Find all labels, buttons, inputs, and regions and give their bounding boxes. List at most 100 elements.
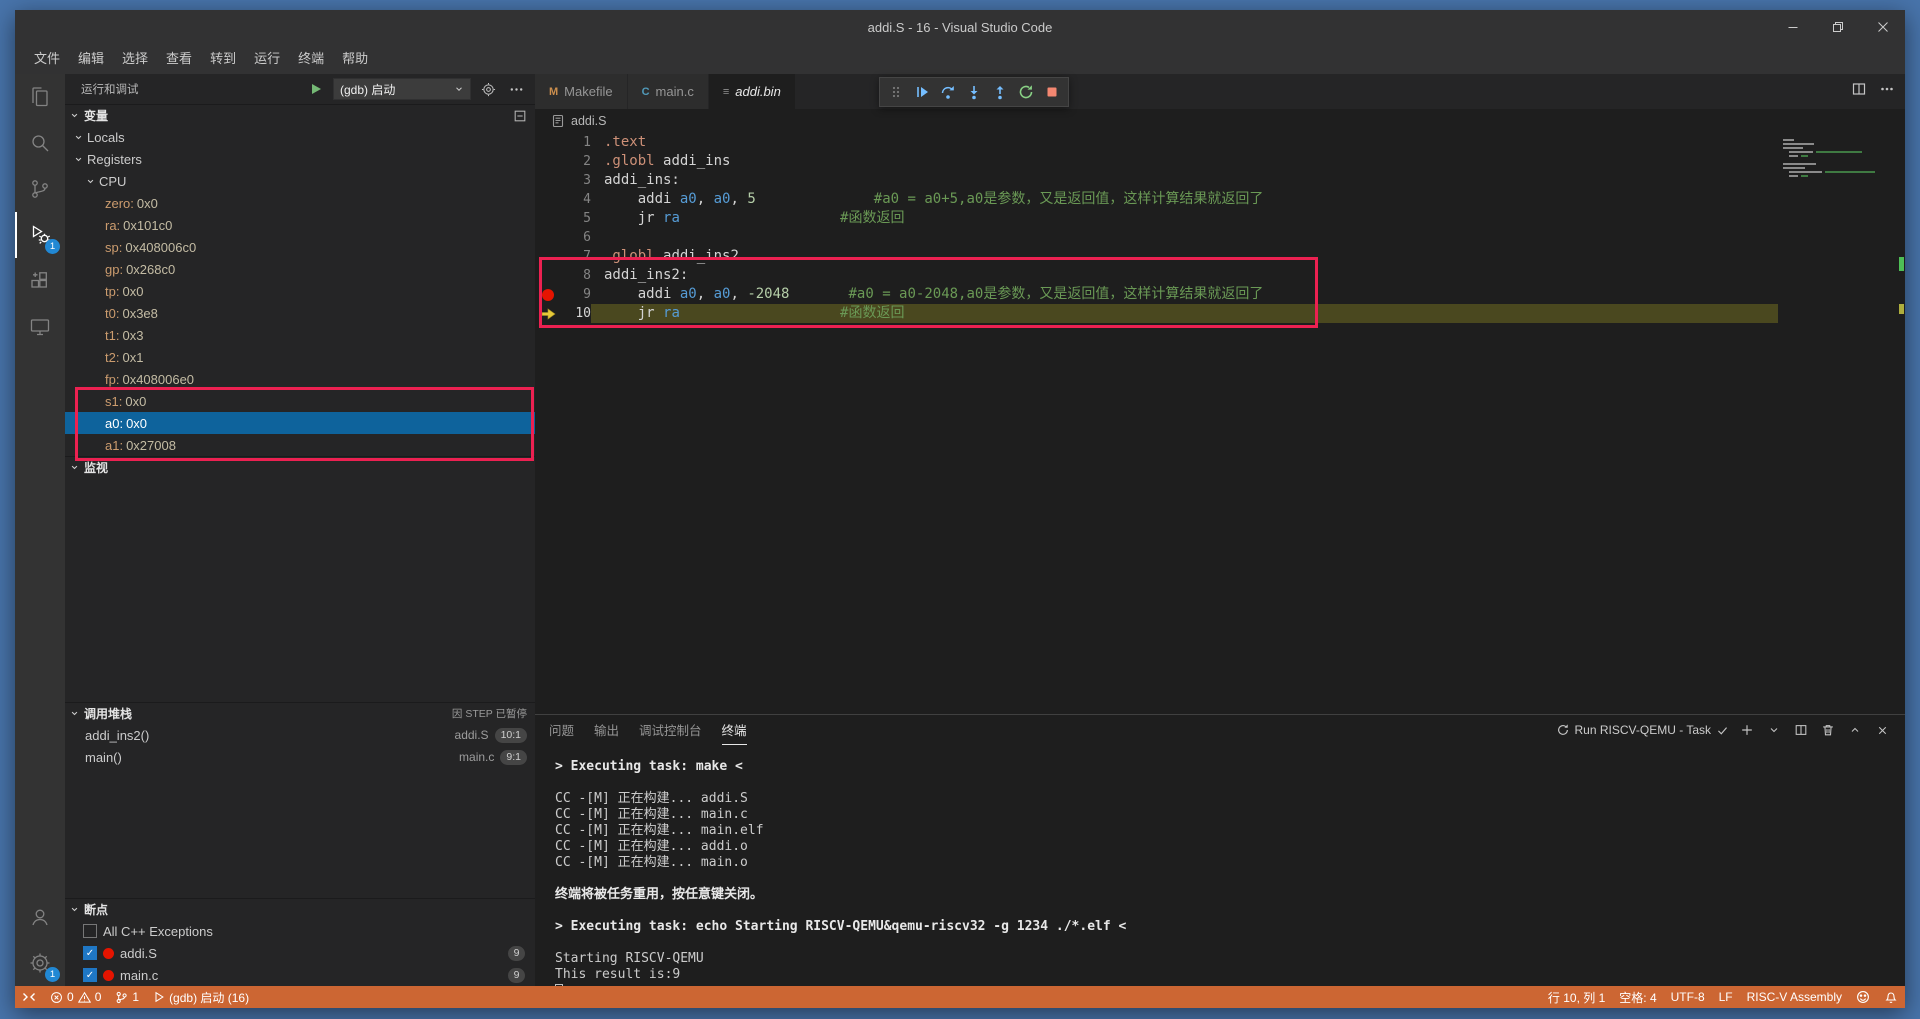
menu-item-4[interactable]: 转到 [201, 48, 245, 70]
menu-item-3[interactable]: 查看 [157, 48, 201, 70]
terminal-output[interactable]: > Executing task: make < CC -[M] 正在构建... … [535, 745, 1905, 986]
restore-button[interactable] [1815, 10, 1860, 44]
tab-addi.bin[interactable]: ≡ addi.bin [708, 74, 796, 109]
menu-item-2[interactable]: 选择 [113, 48, 157, 70]
panel-tab-输出[interactable]: 输出 [594, 715, 619, 745]
sidebar-item-explorer[interactable] [15, 74, 65, 120]
code-line-2[interactable]: 2 .globl addi_ins [535, 152, 1905, 171]
code-editor[interactable]: 1 .text 2 .globl addi_ins 3 addi_ins: 4 addi a… [535, 133, 1905, 714]
panel-tab-终端[interactable]: 终端 [721, 715, 747, 745]
step-into-button[interactable] [962, 80, 986, 104]
sidebar-item-run-debug[interactable]: 1 [15, 212, 65, 258]
menu-item-6[interactable]: 终端 [289, 48, 333, 70]
callstack-frame[interactable]: addi_ins2() addi.S 10:1 [65, 724, 535, 746]
breakpoint-row[interactable]: ✓ addi.S 9 [65, 942, 535, 964]
collapse-all-icon[interactable] [513, 109, 527, 123]
split-editor-button[interactable] [1851, 81, 1867, 102]
stop-button[interactable] [1040, 80, 1064, 104]
close-panel-button[interactable] [1873, 721, 1891, 739]
language-mode[interactable]: RISC-V Assembly [1740, 986, 1849, 1008]
register-row-fp[interactable]: fp: 0x408006e0 [65, 368, 535, 390]
debug-config-dropdown[interactable]: (gdb) 启动 [333, 78, 471, 100]
tab-Makefile[interactable]: M Makefile [535, 74, 628, 109]
variables-section-header[interactable]: 变量 [65, 104, 535, 126]
register-row-t2[interactable]: t2: 0x1 [65, 346, 535, 368]
source-control-status[interactable]: 1 [108, 986, 146, 1008]
register-row-a1[interactable]: a1: 0x27008 [65, 434, 535, 456]
continue-button[interactable] [910, 80, 934, 104]
encoding-status[interactable]: UTF-8 [1664, 986, 1712, 1008]
variables-group-locals[interactable]: Locals [65, 126, 535, 148]
menu-item-1[interactable]: 编辑 [69, 48, 113, 70]
maximize-panel-button[interactable] [1846, 721, 1864, 739]
register-row-s1[interactable]: s1: 0x0 [65, 390, 535, 412]
kill-terminal-button[interactable] [1819, 721, 1837, 739]
split-terminal-button[interactable] [1792, 721, 1810, 739]
tab-main.c[interactable]: Cmain.c [627, 74, 709, 109]
code-line-9[interactable]: 9 addi a0, a0, -2048 #a0 = a0-2048,a0是参数… [535, 285, 1905, 304]
restart-button[interactable] [1014, 80, 1038, 104]
current-line-arrow-icon[interactable] [535, 304, 561, 323]
sidebar-item-source-control[interactable] [15, 166, 65, 212]
editor-more-actions-button[interactable] [1879, 81, 1895, 102]
code-line-3[interactable]: 3 addi_ins: [535, 171, 1905, 190]
register-row-ra[interactable]: ra: 0x101c0 [65, 214, 535, 236]
code-line-7[interactable]: 7 .globl addi_ins2 [535, 247, 1905, 266]
menu-item-0[interactable]: 文件 [25, 48, 69, 70]
register-row-t1[interactable]: t1: 0x3 [65, 324, 535, 346]
register-row-t0[interactable]: t0: 0x3e8 [65, 302, 535, 324]
register-row-zero[interactable]: zero: 0x0 [65, 192, 535, 214]
watch-section-header[interactable]: 监视 [65, 456, 535, 478]
debug-settings-gear-icon[interactable] [477, 78, 499, 100]
more-actions-icon[interactable] [505, 78, 527, 100]
sidebar-item-search[interactable] [15, 120, 65, 166]
accounts-button[interactable] [15, 894, 65, 940]
code-line-4[interactable]: 4 addi a0, a0, 5 #a0 = a0+5,a0是参数，又是返回值，… [535, 190, 1905, 209]
cursor-position[interactable]: 行 10, 列 1 [1541, 986, 1612, 1008]
variables-group-registers[interactable]: Registers [65, 148, 535, 170]
code-line-10[interactable]: 10 jr ra #函数返回 [535, 304, 1905, 323]
sidebar-item-extensions[interactable] [15, 258, 65, 304]
register-row-a0[interactable]: a0: 0x0 [65, 412, 535, 434]
eol-status[interactable]: LF [1712, 986, 1740, 1008]
notifications-button[interactable] [1877, 986, 1905, 1008]
callstack-frame[interactable]: main() main.c 9:1 [65, 746, 535, 768]
problems-status[interactable]: 0 0 [43, 986, 108, 1008]
breakpoint-checkbox[interactable]: ✓ [83, 946, 97, 960]
register-row-sp[interactable]: sp: 0x408006c0 [65, 236, 535, 258]
close-button[interactable] [1860, 10, 1905, 44]
terminal-task-selector[interactable]: Run RISCV-QEMU - Task [1556, 723, 1729, 737]
breakpoint-checkbox[interactable]: ✓ [83, 968, 97, 982]
indentation-status[interactable]: 空格: 4 [1612, 986, 1663, 1008]
sidebar-item-remote-explorer[interactable] [15, 304, 65, 350]
minimap[interactable] [1783, 139, 1891, 179]
menu-item-5[interactable]: 运行 [245, 48, 289, 70]
register-row-gp[interactable]: gp: 0x268c0 [65, 258, 535, 280]
code-line-5[interactable]: 5 jr ra #函数返回 [535, 209, 1905, 228]
panel-tab-问题[interactable]: 问题 [549, 715, 574, 745]
variables-group-cpu[interactable]: CPU [65, 170, 535, 192]
step-over-button[interactable] [936, 80, 960, 104]
panel-tab-调试控制台[interactable]: 调试控制台 [639, 715, 702, 745]
minimize-button[interactable] [1770, 10, 1815, 44]
breakpoint-checkbox[interactable] [83, 924, 97, 938]
breadcrumb[interactable]: addi.S [535, 109, 1905, 133]
breakpoint-row[interactable]: ✓ main.c 9 [65, 964, 535, 986]
toolbar-drag-handle[interactable] [884, 80, 908, 104]
breakpoint-glyph[interactable] [535, 285, 561, 304]
start-debugging-button[interactable] [305, 78, 327, 100]
register-row-tp[interactable]: tp: 0x0 [65, 280, 535, 302]
step-out-button[interactable] [988, 80, 1012, 104]
code-line-6[interactable]: 6 [535, 228, 1905, 247]
callstack-section-header[interactable]: 调用堆栈 因 STEP 已暂停 [65, 702, 535, 724]
feedback-button[interactable] [1849, 986, 1877, 1008]
debug-status[interactable]: (gdb) 启动 (16) [146, 986, 256, 1008]
code-line-1[interactable]: 1 .text [535, 133, 1905, 152]
settings-button[interactable]: 1 [15, 940, 65, 986]
breakpoints-section-header[interactable]: 断点 [65, 898, 535, 920]
code-line-8[interactable]: 8 addi_ins2: [535, 266, 1905, 285]
remote-indicator[interactable] [15, 986, 43, 1008]
breakpoint-row[interactable]: All C++ Exceptions [65, 920, 535, 942]
new-terminal-button[interactable] [1738, 721, 1756, 739]
terminal-dropdown-button[interactable] [1765, 721, 1783, 739]
